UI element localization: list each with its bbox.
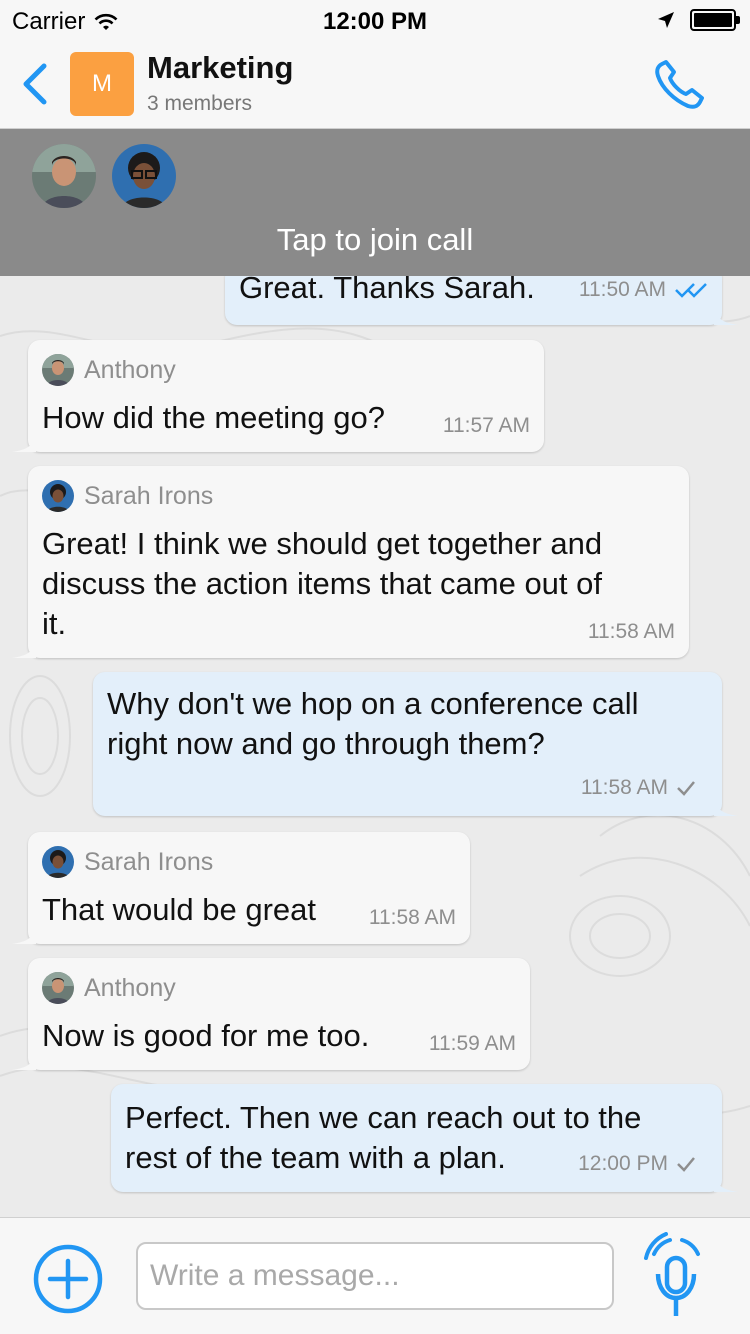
message-meta: 11:50 AM: [579, 278, 708, 302]
sender-avatar: [42, 972, 74, 1004]
check-icon: [677, 1157, 695, 1172]
group-avatar-letter: M: [92, 70, 112, 97]
person-avatar-icon: [112, 144, 176, 208]
message-time: 11:58 AM: [368, 906, 456, 929]
sender-name: Sarah Irons: [84, 481, 214, 510]
sender-avatar: [42, 480, 74, 512]
message-bubble-outgoing[interactable]: Great. Thanks Sarah. 11:50 AM: [225, 276, 738, 325]
message-line: it.: [42, 606, 67, 641]
message-time: 11:59 AM: [428, 1032, 516, 1055]
message-bubble-incoming[interactable]: Sarah Irons Great! I think we should get…: [12, 466, 689, 658]
join-call-banner[interactable]: Tap to join call: [0, 129, 750, 276]
message-text: Great. Thanks Sarah.: [239, 276, 535, 305]
back-chevron-icon[interactable]: [18, 62, 52, 106]
group-title[interactable]: Marketing: [147, 50, 293, 86]
message-line: right now and go through them?: [107, 726, 545, 761]
sender-name: Anthony: [84, 355, 176, 384]
message-line: rest of the team with a plan.: [125, 1140, 506, 1175]
bubble-tail: [714, 798, 738, 816]
message-time: 11:57 AM: [442, 414, 530, 437]
sender-info: Anthony: [42, 354, 176, 386]
add-attachment-icon[interactable]: [32, 1243, 104, 1315]
sender-name: Sarah Irons: [84, 847, 214, 876]
message-input[interactable]: [136, 1242, 614, 1310]
battery-icon: [690, 9, 740, 31]
message-time: 11:50 AM: [578, 278, 666, 301]
participant-avatar-anthony: [32, 144, 96, 208]
message-list[interactable]: Great. Thanks Sarah. 11:50 AM Anthony Ho…: [0, 276, 750, 1217]
sender-name: Anthony: [84, 973, 176, 1002]
chat-header: M Marketing 3 members: [0, 40, 750, 129]
message-line: Why don't we hop on a conference call: [107, 686, 639, 721]
bubble-tail: [12, 434, 36, 452]
message-text: Why don't we hop on a conference call ri…: [107, 684, 639, 764]
microphone-icon[interactable]: [640, 1232, 712, 1320]
status-bar: Carrier 12:00 PM: [0, 0, 750, 40]
double-check-icon: [675, 283, 707, 298]
message-text: That would be great: [42, 892, 317, 927]
person-avatar-icon: [42, 480, 74, 512]
join-call-label[interactable]: Tap to join call: [0, 222, 750, 258]
message-text: Great! I think we should get together an…: [42, 524, 602, 644]
message-meta: 11:58 AM: [581, 776, 696, 800]
message-line: Great! I think we should get together an…: [42, 526, 603, 561]
message-bubble-incoming[interactable]: Sarah Irons That would be great 11:58 AM: [12, 832, 470, 944]
message-time: 11:58 AM: [587, 620, 675, 643]
message-line: discuss the action items that came out o…: [42, 566, 602, 601]
sender-avatar: [42, 846, 74, 878]
person-avatar-icon: [32, 144, 96, 208]
composer-bar: [0, 1217, 750, 1334]
message-bubble-outgoing[interactable]: Why don't we hop on a conference call ri…: [93, 672, 738, 816]
location-arrow-icon: [658, 12, 674, 28]
message-text: Now is good for me too.: [42, 1018, 370, 1053]
status-time: 12:00 PM: [322, 8, 428, 35]
sender-avatar: [42, 354, 74, 386]
sender-info: Sarah Irons: [42, 846, 213, 878]
bubble-tail: [714, 307, 738, 325]
sender-info: Anthony: [42, 972, 176, 1004]
group-members-count: 3 members: [147, 92, 253, 115]
check-icon: [677, 781, 695, 796]
bubble-tail: [12, 926, 36, 944]
message-text: How did the meeting go?: [42, 400, 385, 435]
message-meta: 12:00 PM: [578, 1152, 696, 1176]
message-line: Perfect. Then we can reach out to the: [125, 1100, 642, 1135]
bubble-tail: [12, 1052, 36, 1070]
phone-call-icon[interactable]: [652, 56, 712, 112]
message-time: 11:58 AM: [580, 776, 668, 799]
person-avatar-icon: [42, 846, 74, 878]
person-avatar-icon: [42, 972, 74, 1004]
message-text: Perfect. Then we can reach out to the re…: [125, 1098, 641, 1178]
message-bubble-incoming[interactable]: Anthony Now is good for me too. 11:59 AM: [12, 958, 530, 1070]
message-bubble-incoming[interactable]: Anthony How did the meeting go? 11:57 AM: [12, 340, 544, 452]
participant-avatar-sarah: [112, 144, 176, 208]
group-avatar[interactable]: M: [70, 52, 134, 116]
sender-info: Sarah Irons: [42, 480, 213, 512]
message-time: 12:00 PM: [578, 1152, 668, 1175]
bubble-tail: [714, 1174, 738, 1192]
person-avatar-icon: [42, 354, 74, 386]
message-bubble-outgoing[interactable]: Perfect. Then we can reach out to the re…: [111, 1084, 738, 1192]
bubble-tail: [12, 640, 36, 658]
